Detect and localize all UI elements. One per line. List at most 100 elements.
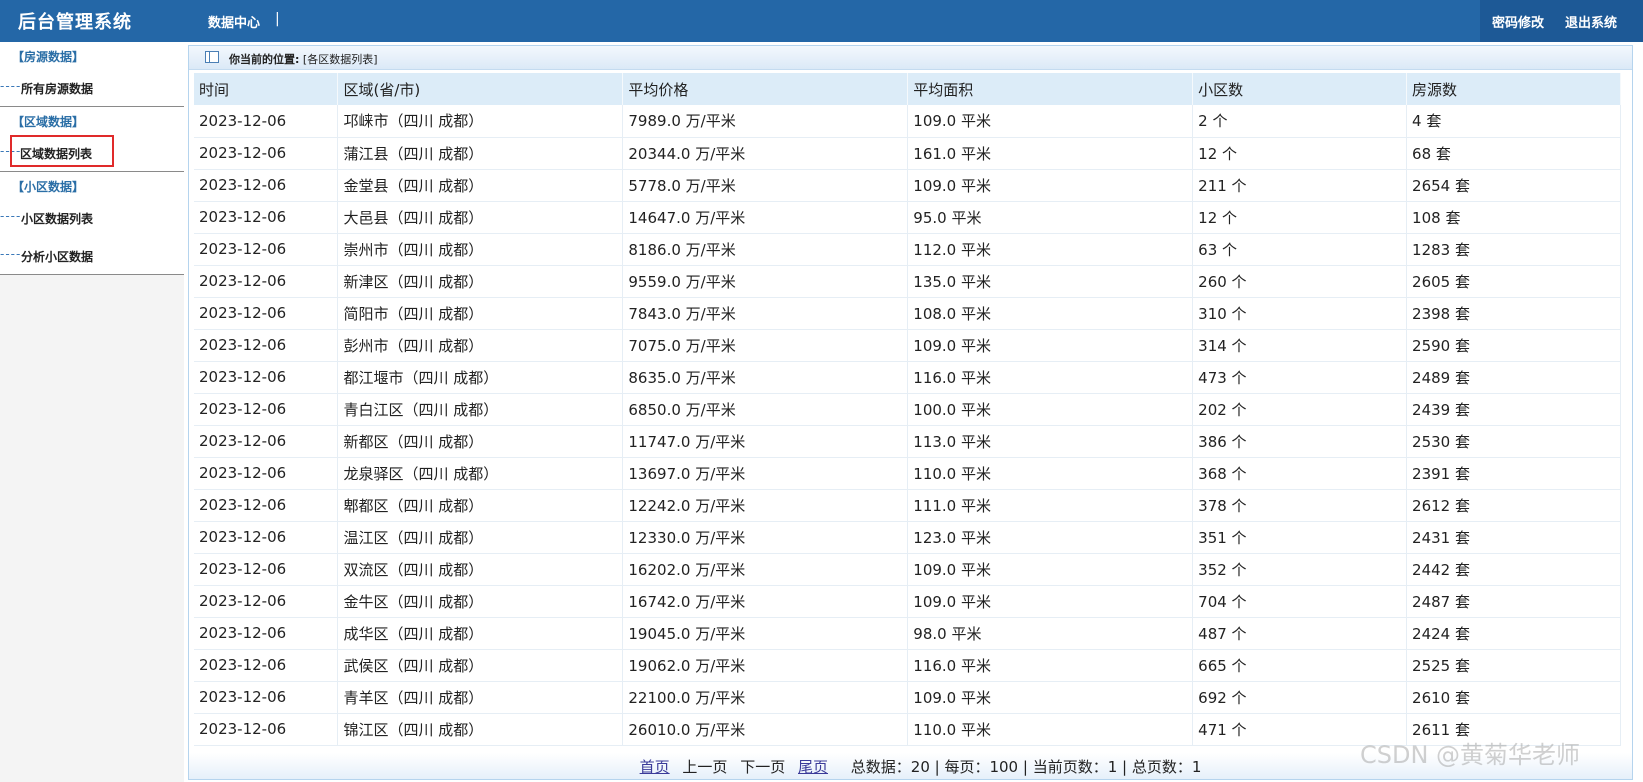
cell-time: 2023-12-06	[194, 201, 339, 234]
cell-community-count: 310 个	[1192, 297, 1408, 330]
cell-community-count: 63 个	[1192, 233, 1408, 266]
sidebar-group-title[interactable]: 【区域数据】	[0, 107, 184, 133]
table-row: 2023-12-06 金牛区（四川 成都） 16742.0 万/平米 109.0 平米…	[194, 585, 1621, 618]
cell-avg-area: 109.0 平米	[907, 169, 1194, 202]
cell-listing-count: 2431 套	[1406, 521, 1621, 554]
cell-region: 郫都区（四川 成都）	[337, 489, 624, 522]
cell-region: 邛崃市（四川 成都）	[337, 105, 624, 138]
table-row: 2023-12-06 大邑县（四川 成都） 14647.0 万/平米 95.0 平米 1…	[194, 201, 1621, 234]
cell-avg-price: 11747.0 万/平米	[622, 425, 909, 458]
table-row: 2023-12-06 邛崃市（四川 成都） 7989.0 万/平米 109.0 平米 2…	[194, 105, 1621, 138]
cell-time: 2023-12-06	[194, 425, 339, 458]
table-row: 2023-12-06 双流区（四川 成都） 16202.0 万/平米 109.0 平米…	[194, 553, 1621, 586]
sidebar-item-community-list[interactable]: ---- 小区数据列表	[0, 198, 184, 236]
cell-time: 2023-12-06	[194, 681, 339, 714]
cell-avg-price: 12330.0 万/平米	[622, 521, 909, 554]
last-page-link[interactable]: 尾页	[798, 758, 828, 776]
cell-avg-price: 5778.0 万/平米	[622, 169, 909, 202]
cell-listing-count: 2489 套	[1406, 361, 1621, 394]
breadcrumb: 你当前的位置: [各区数据列表]	[189, 46, 1632, 70]
region-data-table: 时间 区域(省/市) 平均价格 平均面积 小区数 房源数 2023-12-06 邛…	[194, 73, 1621, 746]
header-actions: 密码修改 退出系统	[1480, 0, 1643, 42]
cell-avg-price: 26010.0 万/平米	[622, 713, 909, 746]
cell-time: 2023-12-06	[194, 329, 339, 362]
table-row: 2023-12-06 崇州市（四川 成都） 8186.0 万/平米 112.0 平米 6…	[194, 233, 1621, 266]
cell-time: 2023-12-06	[194, 137, 339, 170]
first-page-link[interactable]: 首页	[640, 758, 670, 776]
sidebar-item-community-analysis[interactable]: ---- 分析小区数据	[0, 236, 184, 274]
next-page-link[interactable]: 下一页	[740, 758, 785, 776]
sidebar-group-title[interactable]: 【房源数据】	[0, 42, 184, 68]
cell-time: 2023-12-06	[194, 521, 339, 554]
breadcrumb-value: [各区数据列表]	[302, 53, 378, 66]
cell-time: 2023-12-06	[194, 265, 339, 298]
cell-region: 新津区（四川 成都）	[337, 265, 624, 298]
nav-separator: |	[275, 11, 280, 27]
cell-listing-count: 4 套	[1406, 105, 1621, 138]
cell-listing-count: 2391 套	[1406, 457, 1621, 490]
col-header-region: 区域(省/市)	[337, 73, 624, 105]
cell-avg-area: 100.0 平米	[907, 393, 1194, 426]
cell-region: 简阳市（四川 成都）	[337, 297, 624, 330]
cell-listing-count: 2654 套	[1406, 169, 1621, 202]
table-row: 2023-12-06 简阳市（四川 成都） 7843.0 万/平米 108.0 平米 3…	[194, 297, 1621, 330]
table-row: 2023-12-06 郫都区（四川 成都） 12242.0 万/平米 111.0 平米…	[194, 489, 1621, 522]
app-title: 后台管理系统	[18, 12, 132, 33]
cell-avg-price: 7843.0 万/平米	[622, 297, 909, 330]
table-row: 2023-12-06 都江堰市（四川 成都） 8635.0 万/平米 116.0 平米…	[194, 361, 1621, 394]
cell-avg-area: 109.0 平米	[907, 105, 1194, 138]
cell-avg-area: 111.0 平米	[907, 489, 1194, 522]
sidebar-item-all-listings[interactable]: ---- 所有房源数据	[0, 68, 184, 106]
cell-avg-price: 20344.0 万/平米	[622, 137, 909, 170]
cell-time: 2023-12-06	[194, 297, 339, 330]
cell-time: 2023-12-06	[194, 713, 339, 746]
cell-time: 2023-12-06	[194, 553, 339, 586]
sidebar-group-title[interactable]: 【小区数据】	[0, 172, 184, 198]
table-row: 2023-12-06 龙泉驿区（四川 成都） 13697.0 万/平米 110.0 平…	[194, 457, 1621, 490]
prev-page-link[interactable]: 上一页	[682, 758, 727, 776]
cell-listing-count: 2610 套	[1406, 681, 1621, 714]
nav-data-center-link[interactable]: 数据中心	[208, 12, 260, 31]
cell-community-count: 704 个	[1192, 585, 1408, 618]
table-row: 2023-12-06 温江区（四川 成都） 12330.0 万/平米 123.0 平米…	[194, 521, 1621, 554]
cell-listing-count: 2605 套	[1406, 265, 1621, 298]
sidebar-item-label: 所有房源数据	[21, 82, 94, 96]
cell-listing-count: 2530 套	[1406, 425, 1621, 458]
cell-time: 2023-12-06	[194, 393, 339, 426]
sidebar-item-region-list[interactable]: ---- 区域数据列表	[0, 133, 184, 171]
cell-avg-price: 7075.0 万/平米	[622, 329, 909, 362]
cell-region: 青白江区（四川 成都）	[337, 393, 624, 426]
change-password-link[interactable]: 密码修改	[1492, 12, 1544, 31]
cell-avg-price: 13697.0 万/平米	[622, 457, 909, 490]
cell-region: 新都区（四川 成都）	[337, 425, 624, 458]
cell-region: 龙泉驿区（四川 成都）	[337, 457, 624, 490]
watermark: CSDN @黄菊华老师	[1360, 741, 1581, 769]
cell-listing-count: 108 套	[1406, 201, 1621, 234]
cell-listing-count: 68 套	[1406, 137, 1621, 170]
cell-region: 蒲江县（四川 成都）	[337, 137, 624, 170]
cell-community-count: 352 个	[1192, 553, 1408, 586]
logout-link[interactable]: 退出系统	[1565, 12, 1617, 31]
cell-community-count: 12 个	[1192, 137, 1408, 170]
table-header-row: 时间 区域(省/市) 平均价格 平均面积 小区数 房源数	[194, 73, 1621, 105]
cell-community-count: 2 个	[1192, 105, 1408, 138]
sidebar-group-communities: 【小区数据】 ---- 小区数据列表 ---- 分析小区数据	[0, 172, 184, 275]
cell-avg-area: 108.0 平米	[907, 297, 1194, 330]
cell-listing-count: 2612 套	[1406, 489, 1621, 522]
cell-avg-area: 95.0 平米	[907, 201, 1194, 234]
cell-region: 武侯区（四川 成都）	[337, 649, 624, 682]
cell-avg-price: 19062.0 万/平米	[622, 649, 909, 682]
top-header-bar: 后台管理系统 数据中心 | 密码修改 退出系统	[0, 0, 1643, 42]
cell-community-count: 665 个	[1192, 649, 1408, 682]
cell-avg-area: 116.0 平米	[907, 361, 1194, 394]
tree-dash: ----	[0, 247, 22, 261]
cell-avg-area: 109.0 平米	[907, 681, 1194, 714]
cell-time: 2023-12-06	[194, 457, 339, 490]
table-row: 2023-12-06 武侯区（四川 成都） 19062.0 万/平米 116.0 平米…	[194, 649, 1621, 682]
cell-region: 崇州市（四川 成都）	[337, 233, 624, 266]
col-header-avg-area: 平均面积	[907, 73, 1194, 105]
cell-listing-count: 2525 套	[1406, 649, 1621, 682]
table-row: 2023-12-06 蒲江县（四川 成都） 20344.0 万/平米 161.0 平米…	[194, 137, 1621, 170]
main-content: 你当前的位置: [各区数据列表] 时间 区域(省/市) 平均价格 平均面积 小区…	[188, 45, 1633, 780]
cell-avg-price: 16742.0 万/平米	[622, 585, 909, 618]
